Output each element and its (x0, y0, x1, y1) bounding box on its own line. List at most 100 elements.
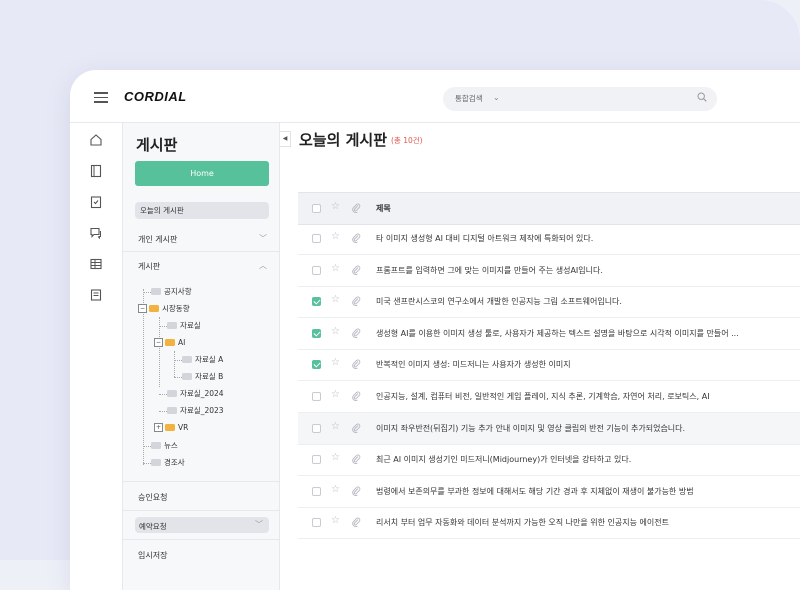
attachment-icon[interactable] (351, 295, 361, 307)
table-row[interactable]: ☆ 생성형 AI를 이용한 이미지 생성 툴로, 사용자가 제공하는 텍스트 설명… (298, 318, 800, 350)
row-checkbox[interactable] (312, 486, 321, 496)
expand-toggle-icon[interactable]: + (154, 422, 163, 432)
row-checkbox[interactable] (312, 328, 321, 338)
select-all-checkbox[interactable] (312, 204, 321, 213)
tree-item-market[interactable]: − 시장동향 (138, 303, 190, 315)
attachment-icon[interactable] (351, 264, 361, 275)
tree-item-notice[interactable]: 공지사항 (151, 286, 192, 298)
table-row[interactable]: ☆ 미국 샌프란시스코의 연구소에서 개발한 인공지능 그림 소프트웨어입니다. (298, 286, 800, 319)
row-checkbox[interactable] (312, 518, 321, 528)
attachment-icon[interactable] (351, 358, 361, 370)
document-icon[interactable] (89, 288, 103, 302)
row-subject[interactable]: 미국 샌프란시스코의 연구소에서 개발한 인공지능 그림 소프트웨어입니다. (376, 296, 622, 307)
tree-item-archive[interactable]: 자료실 (167, 320, 201, 332)
star-icon[interactable]: ☆ (331, 390, 340, 400)
chevron-down-icon[interactable]: ⌄ (493, 93, 500, 102)
sidebar-section-board[interactable]: 게시판 ︿ (123, 252, 279, 278)
attachment-icon[interactable] (351, 390, 361, 401)
sidebar-section-personal[interactable]: 개인 게시판 ﹀ (123, 225, 279, 252)
table-row[interactable]: ☆ 타 이미지 생성형 AI 대비 디지털 아트워크 제작에 특화되어 있다. (298, 223, 800, 255)
row-subject[interactable]: 이미지 좌우반전(뒤집기) 기능 추가 안내 이미지 및 영상 클립의 반전 기… (376, 423, 685, 434)
clipboard-check-icon[interactable] (89, 195, 103, 209)
row-subject[interactable]: 법령에서 보존의무를 부과한 정보에 대해서도 해당 기간 경과 후 지체없이 … (376, 486, 694, 497)
row-checkbox[interactable] (312, 234, 321, 243)
file-icon (167, 389, 177, 397)
attachment-icon[interactable] (351, 453, 361, 465)
row-checkbox[interactable] (312, 297, 321, 307)
collapse-toggle-icon[interactable]: − (138, 303, 147, 313)
collapse-toggle-icon[interactable]: − (154, 337, 163, 347)
attachment-icon[interactable] (351, 327, 361, 338)
table-row[interactable]: ☆ 리서치 부터 업무 자동화와 데이터 분석까지 가능한 오직 나만을 위한 인… (298, 507, 800, 540)
attachment-icon[interactable] (351, 516, 361, 528)
row-checkbox[interactable] (312, 360, 321, 370)
tree-item-vr[interactable]: + VR (154, 422, 188, 434)
star-icon[interactable]: ☆ (331, 421, 340, 432)
row-checkbox[interactable] (312, 392, 321, 401)
tree-item-archive-2023[interactable]: 자료실_2023 (167, 405, 224, 417)
tree-item-archive-a[interactable]: 자료실 A (182, 354, 223, 366)
star-icon[interactable]: ☆ (331, 232, 340, 242)
top-bar: CORDIAL 통합검색 ⌄ (70, 70, 800, 123)
attachment-icon[interactable] (351, 422, 361, 433)
file-icon (167, 406, 177, 414)
tree-item-archive-2024[interactable]: 자료실_2024 (167, 388, 224, 400)
sidebar-section-label: 임시저장 (138, 551, 168, 560)
tree-item-events[interactable]: 경조사 (151, 457, 185, 469)
collapse-sidebar-icon[interactable]: ◀ (280, 131, 291, 147)
star-icon[interactable]: ☆ (331, 358, 340, 368)
row-subject[interactable]: 타 이미지 생성형 AI 대비 디지털 아트워크 제작에 특화되어 있다. (376, 233, 593, 244)
tree-item-ai[interactable]: − AI (154, 337, 185, 349)
star-icon[interactable]: ☆ (331, 295, 340, 305)
chevron-down-icon[interactable]: ﹀ (255, 519, 263, 530)
star-icon[interactable]: ☆ (331, 263, 340, 274)
sidebar-section-approval[interactable]: 승인요청 (123, 481, 279, 511)
sidebar-section-draft[interactable]: 임시저장 (123, 539, 279, 566)
star-icon[interactable]: ☆ (331, 326, 340, 337)
table-row[interactable]: ☆ 인공지능, 설계, 컴퓨터 비전, 일반적인 게임 플레이, 지식 추론, 기… (298, 381, 800, 413)
search-icon[interactable] (697, 92, 707, 102)
table-row[interactable]: ☆ 반복적인 이미지 생성: 미드저니는 사용자가 생성한 이미지 (298, 349, 800, 382)
attachment-icon[interactable] (351, 232, 361, 243)
chevron-up-icon[interactable]: ︿ (259, 260, 267, 271)
table-row[interactable]: ☆ 법령에서 보존의무를 부과한 정보에 대해서도 해당 기간 경과 후 지체없이… (298, 476, 800, 508)
column-header-subject[interactable]: 제목 (376, 203, 391, 214)
home-button[interactable]: Home (135, 161, 269, 186)
row-checkbox[interactable] (312, 265, 321, 275)
search-bar[interactable]: 통합검색 ⌄ (443, 87, 717, 111)
star-icon[interactable]: ☆ (331, 516, 340, 526)
menu-icon[interactable] (94, 92, 108, 103)
tree-item-news[interactable]: 뉴스 (151, 440, 178, 452)
row-subject[interactable]: 최근 AI 이미지 생성기인 미드저니(Midjourney)가 인터넷을 강타… (376, 454, 631, 465)
chat-icon[interactable] (89, 226, 103, 240)
file-icon (151, 458, 161, 466)
row-checkbox[interactable] (312, 423, 321, 433)
table-row[interactable]: ☆ 프롬프트를 입력하면 그에 맞는 이미지를 만들어 주는 생성AI입니다. (298, 255, 800, 287)
table-row[interactable]: ☆ 최근 AI 이미지 생성기인 미드저니(Midjourney)가 인터넷을 강… (298, 444, 800, 477)
row-subject[interactable]: 인공지능, 설계, 컴퓨터 비전, 일반적인 게임 플레이, 지식 추론, 기계… (376, 391, 710, 402)
star-icon[interactable]: ☆ (331, 484, 340, 495)
sidebar-section-reserve[interactable]: 예약요청 ﹀ (135, 517, 269, 533)
tree-item-archive-b[interactable]: 자료실 B (182, 371, 223, 383)
sidebar-item-today[interactable]: 오늘의 게시판 (135, 202, 269, 219)
attachment-icon[interactable] (351, 485, 361, 496)
row-checkbox[interactable] (312, 455, 321, 465)
star-icon[interactable]: ☆ (331, 202, 340, 212)
row-subject[interactable]: 생성형 AI를 이용한 이미지 생성 툴로, 사용자가 제공하는 텍스트 설명을… (376, 328, 739, 339)
row-subject[interactable]: 프롬프트를 입력하면 그에 맞는 이미지를 만들어 주는 생성AI입니다. (376, 265, 603, 276)
sidebar-section-label: 승인요청 (138, 493, 168, 502)
app-logo[interactable]: CORDIAL (124, 89, 187, 104)
table-row[interactable]: ☆ 이미지 좌우반전(뒤집기) 기능 추가 안내 이미지 및 영상 클립의 반전 … (298, 412, 800, 445)
file-icon (182, 372, 192, 380)
search-scope[interactable]: 통합검색 (455, 93, 483, 104)
home-icon[interactable] (89, 133, 103, 147)
row-subject[interactable]: 반복적인 이미지 생성: 미드저니는 사용자가 생성한 이미지 (376, 359, 571, 370)
folder-icon (149, 304, 159, 312)
sidebar-section-label: 게시판 (138, 262, 161, 271)
star-icon[interactable]: ☆ (331, 453, 340, 463)
chevron-down-icon[interactable]: ﹀ (259, 233, 267, 244)
row-subject[interactable]: 리서치 부터 업무 자동화와 데이터 분석까지 가능한 오직 나만을 위한 인공… (376, 517, 669, 528)
file-icon (151, 287, 161, 295)
table-icon[interactable] (89, 257, 103, 271)
notebook-icon[interactable] (89, 164, 103, 178)
